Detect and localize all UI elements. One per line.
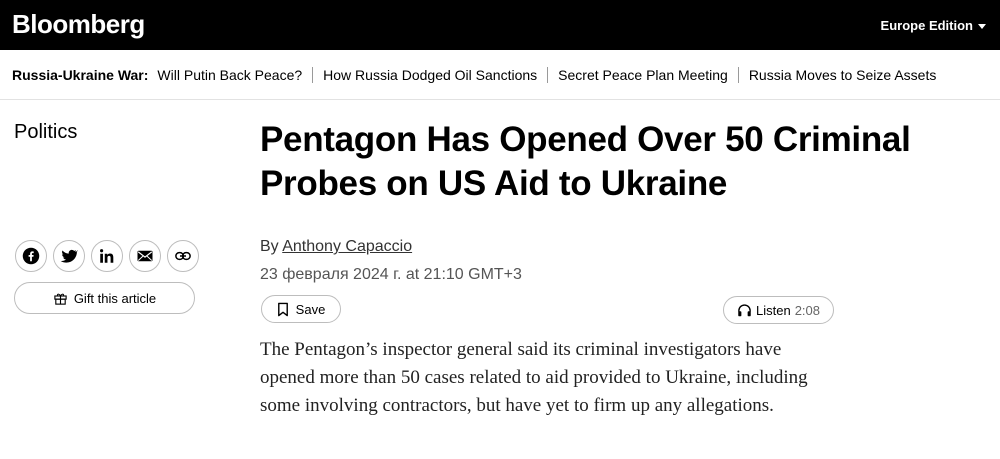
storyline-link[interactable]: How Russia Dodged Oil Sanctions xyxy=(323,67,537,83)
top-navigation-bar: Bloomberg Europe Edition xyxy=(0,0,1000,50)
share-toolbar xyxy=(15,240,199,272)
divider xyxy=(547,67,549,83)
author-link[interactable]: Anthony Capaccio xyxy=(282,238,412,255)
divider xyxy=(312,67,314,83)
save-button[interactable]: Save xyxy=(261,295,341,323)
listen-duration: 2:08 xyxy=(794,302,820,318)
gift-article-label: Gift this article xyxy=(73,290,157,306)
divider xyxy=(737,67,739,83)
headphones-icon xyxy=(738,304,751,317)
email-share-button[interactable] xyxy=(129,240,161,272)
byline-prefix: By xyxy=(260,238,283,255)
storyline-label: Russia-Ukraine War: xyxy=(12,67,149,83)
storyline-link[interactable]: Russia Moves to Seize Assets xyxy=(749,67,937,83)
bookmark-icon xyxy=(277,302,288,316)
chevron-down-icon xyxy=(978,24,986,29)
gift-icon xyxy=(54,293,67,305)
storyline-link[interactable]: Will Putin Back Peace? xyxy=(157,67,302,83)
storyline-link[interactable]: Secret Peace Plan Meeting xyxy=(558,67,728,83)
bloomberg-logo[interactable]: Bloomberg xyxy=(12,9,145,40)
edition-label: Europe Edition xyxy=(880,18,973,33)
twitter-share-button[interactable] xyxy=(53,240,85,272)
facebook-share-button[interactable] xyxy=(15,240,47,272)
article-abstract: The Pentagon’s inspector general said it… xyxy=(260,339,808,416)
twitter-icon xyxy=(60,249,78,263)
article-headline: Pentagon Has Opened Over 50 Criminal Pro… xyxy=(260,120,911,203)
section-label[interactable]: Politics xyxy=(14,121,77,144)
email-icon xyxy=(137,250,153,262)
linkedin-share-button[interactable] xyxy=(91,240,123,272)
publish-date: 23 февраля 2024 г. at 21:10 GMT+3 xyxy=(260,266,522,283)
edition-selector[interactable]: Europe Edition xyxy=(881,18,986,33)
facebook-icon xyxy=(22,247,40,265)
byline: By Anthony Capaccio xyxy=(260,238,412,256)
gift-article-button[interactable]: Gift this article xyxy=(14,282,195,314)
linkedin-icon xyxy=(100,249,114,263)
save-label: Save xyxy=(295,301,326,317)
listen-label: Listen xyxy=(755,302,791,318)
storyline-bar: Russia-Ukraine War: Will Putin Back Peac… xyxy=(0,50,1000,100)
listen-button[interactable]: Listen 2:08 xyxy=(723,296,834,324)
link-icon xyxy=(175,251,191,261)
copy-link-button[interactable] xyxy=(167,240,199,272)
